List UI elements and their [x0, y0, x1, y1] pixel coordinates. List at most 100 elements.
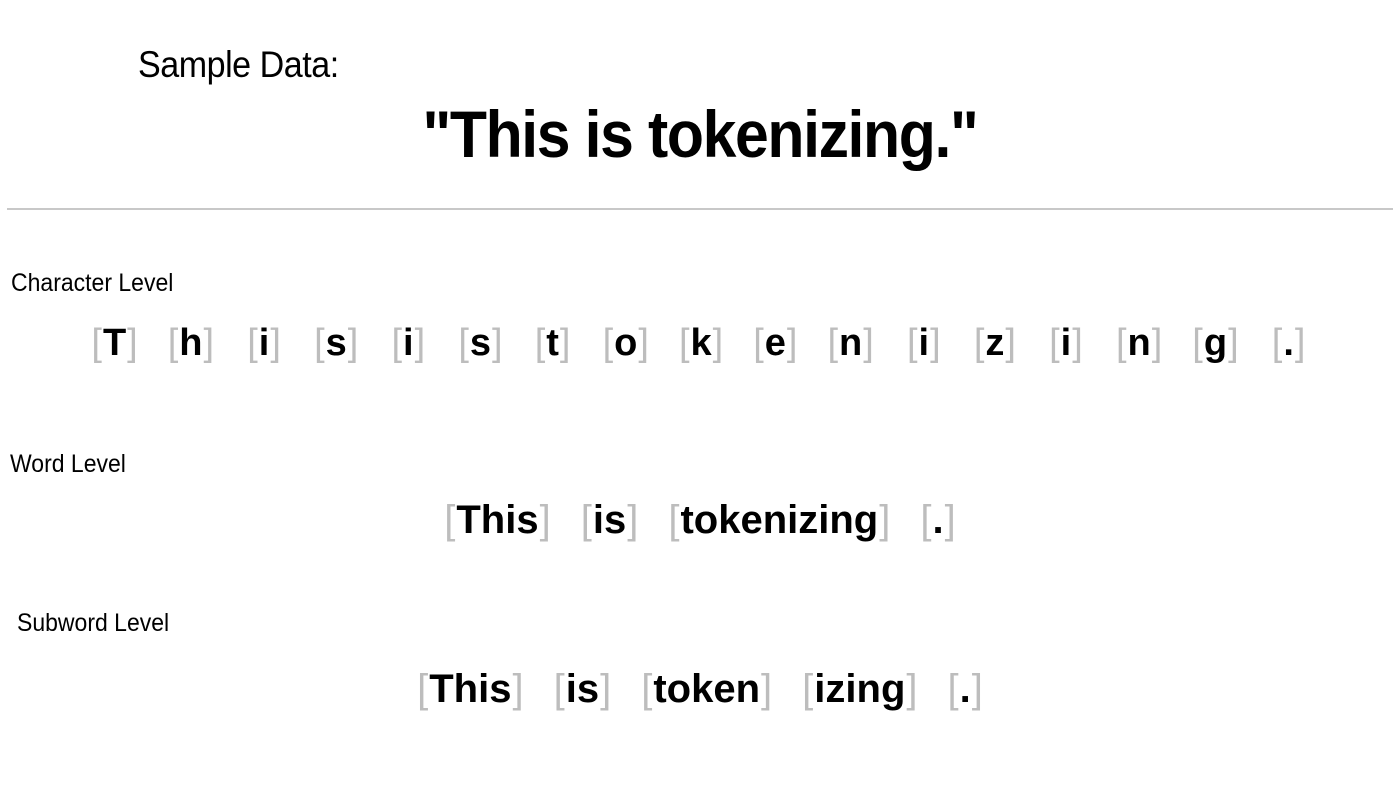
token-text: is: [592, 498, 627, 542]
open-bracket: [: [1115, 322, 1127, 364]
close-bracket: ]: [347, 322, 359, 364]
character-level-label: Character Level: [11, 269, 174, 297]
word-level-tokens: [This][is][tokenizing][.]: [0, 498, 1400, 543]
token-text: .: [1283, 322, 1294, 364]
open-bracket: [: [391, 322, 403, 364]
token-text: n: [1127, 322, 1151, 364]
token-text: i: [403, 322, 414, 364]
open-bracket: [: [1271, 322, 1283, 364]
close-bracket: ]: [879, 498, 891, 542]
token: [s]: [314, 322, 358, 365]
token-text: tokenizing: [680, 498, 879, 542]
sample-sentence: "This is tokenizing.": [422, 97, 978, 171]
open-bracket: [: [802, 667, 814, 711]
open-bracket: [: [167, 322, 179, 364]
open-bracket: [: [314, 322, 325, 364]
token: [T]: [91, 322, 137, 365]
token: [e]: [753, 322, 797, 365]
close-bracket: ]: [270, 322, 281, 364]
close-bracket: ]: [203, 322, 215, 364]
open-bracket: [: [973, 322, 985, 364]
token-text: e: [764, 322, 786, 364]
token-text: is: [565, 667, 600, 711]
token-text: t: [546, 322, 559, 364]
token-text: i: [918, 322, 930, 364]
token: [is]: [581, 498, 639, 543]
close-bracket: ]: [1005, 322, 1016, 364]
close-bracket: ]: [761, 667, 773, 711]
close-bracket: ]: [539, 498, 551, 542]
close-bracket: ]: [638, 322, 649, 364]
token-text: g: [1203, 322, 1228, 364]
open-bracket: [: [947, 667, 959, 711]
token-text: z: [985, 322, 1005, 364]
close-bracket: ]: [906, 667, 918, 711]
token-text: i: [1060, 322, 1072, 364]
close-bracket: ]: [512, 667, 524, 711]
divider: [7, 208, 1393, 210]
close-bracket: ]: [1294, 322, 1306, 364]
open-bracket: [: [1049, 322, 1060, 364]
open-bracket: [: [417, 667, 429, 711]
sample-data-label: Sample Data:: [138, 44, 339, 85]
open-bracket: [: [553, 667, 565, 711]
token: [z]: [974, 322, 1016, 365]
token: [g]: [1192, 322, 1238, 365]
close-bracket: ]: [1072, 322, 1083, 364]
token: [is]: [554, 667, 612, 712]
token: [t]: [533, 322, 573, 365]
token-text: izing: [814, 667, 906, 711]
open-bracket: [: [247, 322, 258, 364]
open-bracket: [: [444, 498, 456, 542]
close-bracket: ]: [712, 322, 724, 364]
close-bracket: ]: [600, 667, 612, 711]
token-text: h: [179, 322, 203, 364]
open-bracket: [: [920, 498, 932, 542]
token-text: T: [102, 322, 127, 364]
close-bracket: ]: [559, 322, 571, 364]
token: [.]: [920, 498, 955, 543]
token: [.]: [1269, 322, 1309, 365]
token: [.]: [948, 667, 983, 712]
token: [i]: [388, 322, 428, 365]
token: [i]: [244, 322, 284, 365]
token-text: n: [839, 322, 863, 364]
open-bracket: [: [641, 667, 653, 711]
close-bracket: ]: [627, 498, 639, 542]
token-text: token: [653, 667, 761, 711]
token-text: k: [690, 322, 712, 364]
token: [i]: [904, 322, 944, 365]
character-level-tokens: [T][h][i][s][i][s][t][o][k][e][n][i][z][…: [0, 322, 1400, 365]
token: [i]: [1046, 322, 1086, 365]
token-text: s: [469, 322, 492, 364]
open-bracket: [: [668, 498, 680, 542]
token: [n]: [1116, 322, 1162, 365]
token: [n]: [827, 322, 873, 365]
close-bracket: ]: [1151, 322, 1163, 364]
token-text: This: [456, 498, 539, 542]
token-text: o: [614, 322, 638, 364]
close-bracket: ]: [127, 322, 138, 364]
open-bracket: [: [91, 322, 102, 364]
token: [izing]: [802, 667, 917, 712]
open-bracket: [: [753, 322, 764, 364]
token-text: s: [325, 322, 347, 364]
open-bracket: [: [827, 322, 839, 364]
close-bracket: ]: [786, 322, 798, 364]
open-bracket: [: [458, 322, 469, 364]
token: [This]: [417, 667, 523, 712]
close-bracket: ]: [1228, 322, 1239, 364]
token-text: .: [932, 498, 944, 542]
token: [tokenizing]: [668, 498, 890, 543]
word-level-label: Word Level: [10, 450, 126, 478]
close-bracket: ]: [930, 322, 941, 364]
token: [This]: [444, 498, 550, 543]
token-text: .: [959, 667, 971, 711]
close-bracket: ]: [863, 322, 874, 364]
token: [o]: [603, 322, 649, 365]
subword-level-tokens: [This][is][token][izing][.]: [0, 667, 1400, 712]
token: [token]: [641, 667, 772, 712]
open-bracket: [: [1192, 322, 1203, 364]
open-bracket: [: [906, 322, 918, 364]
close-bracket: ]: [492, 322, 503, 364]
